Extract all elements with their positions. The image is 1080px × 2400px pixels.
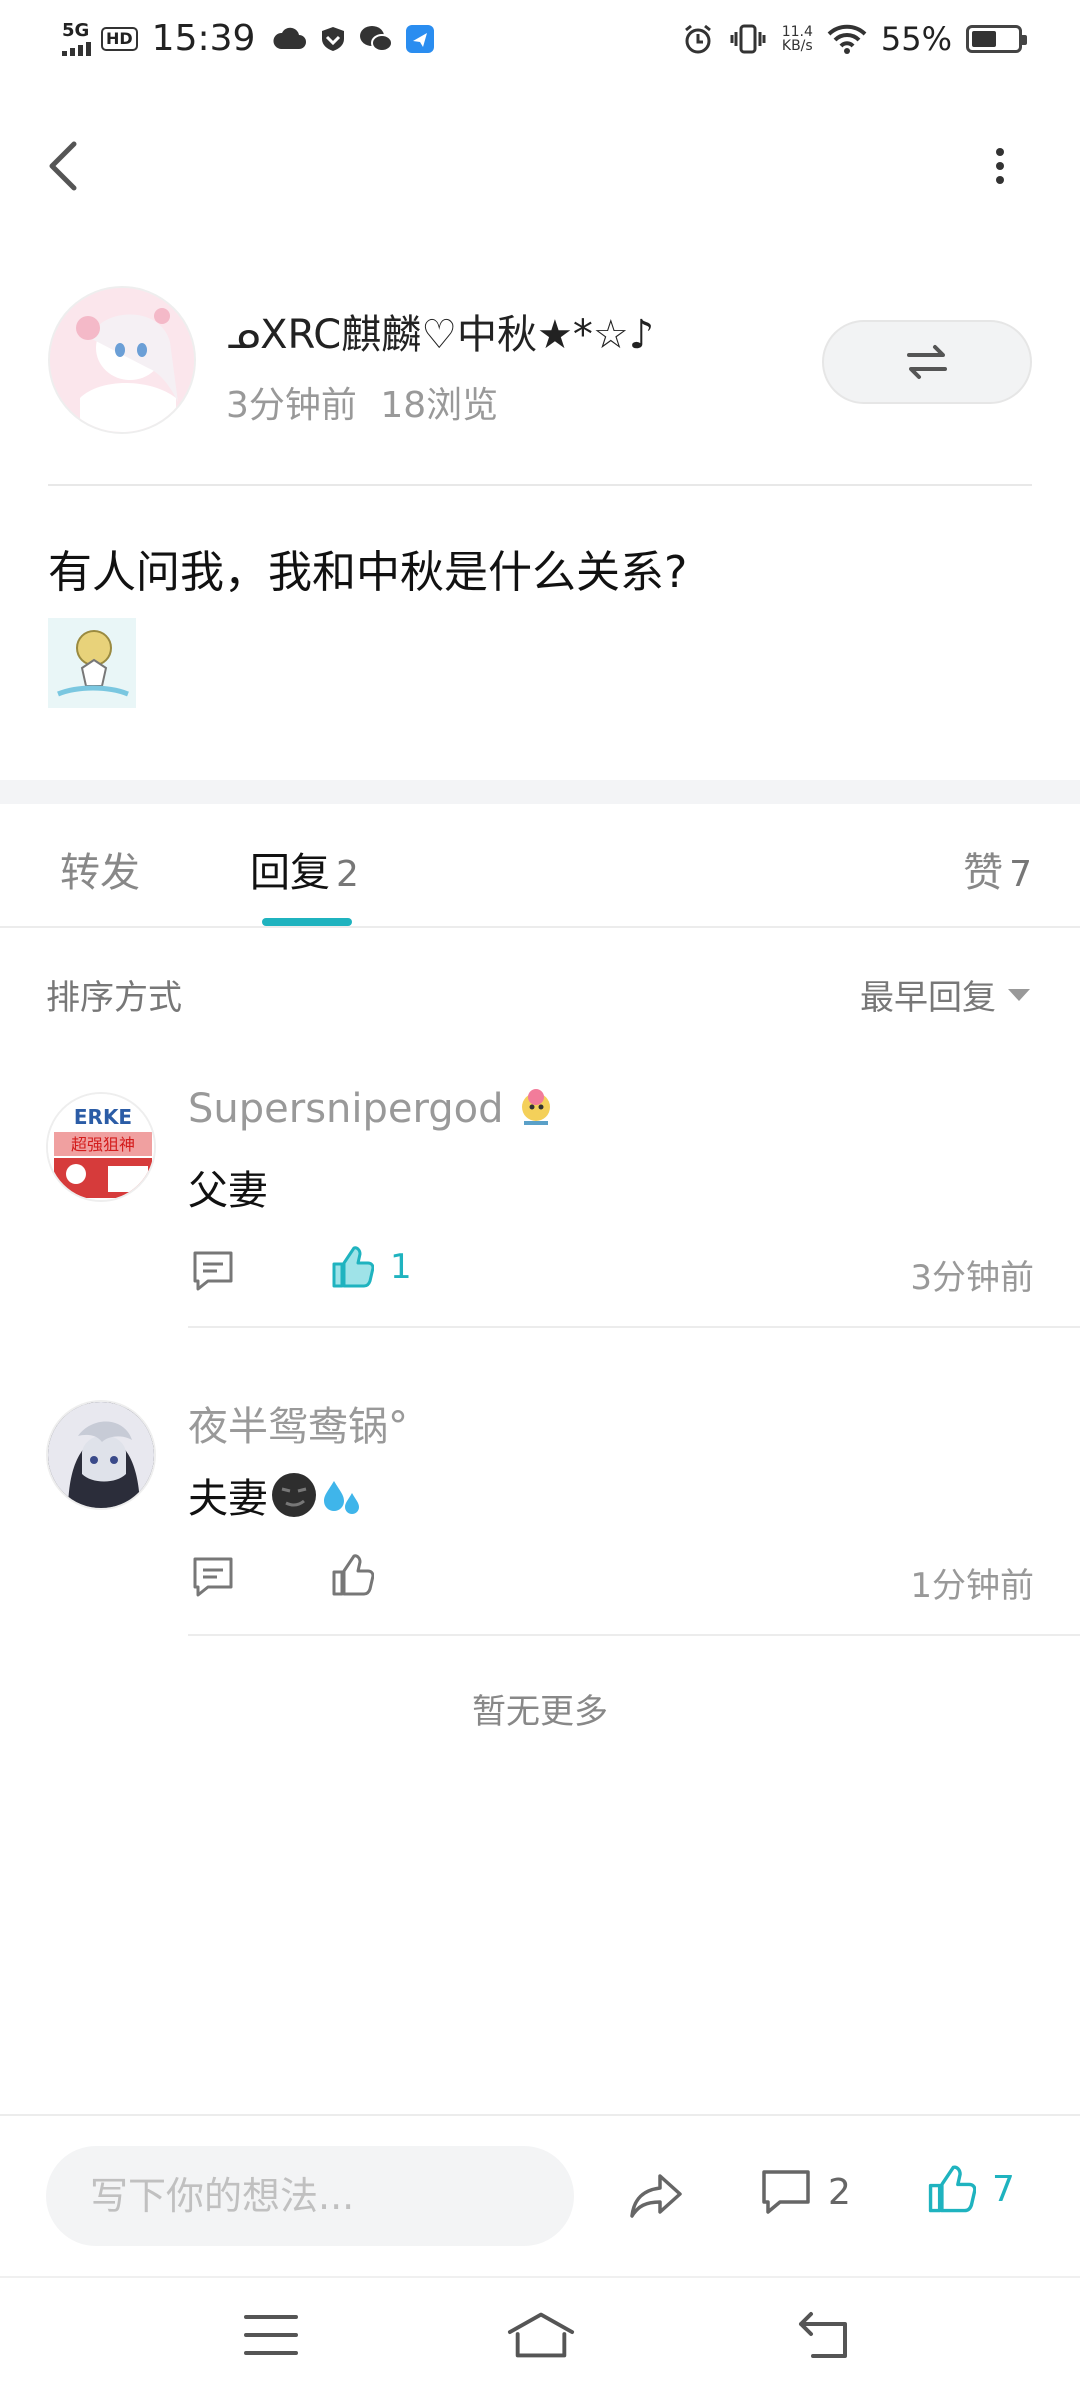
reply-icon[interactable] [190,1554,236,1600]
badge-icon [521,1089,550,1125]
divider [48,484,1032,486]
active-tab-indicator [262,918,352,926]
app-notification-icon [406,24,435,53]
more-icon [996,148,1004,156]
svg-text:ERKE: ERKE [74,1105,132,1129]
comment-time: 1分钟前 [910,1566,1034,1606]
like-button[interactable]: 1 [330,1244,412,1290]
nav-menu-button[interactable] [236,2300,306,2370]
post-text: 有人问我，我和中秋是什么关系? [48,547,688,598]
status-time: 15:39 [151,18,256,59]
alarm-icon [684,24,711,54]
comment-time: 3分钟前 [910,1258,1034,1298]
cloud-icon [273,27,307,49]
divider [0,2114,1080,2116]
comment-author[interactable]: 夜半鸳鸯锅° [188,1394,408,1452]
author-name[interactable]: ᓄXRC麒麟♡中秋★*☆♪ [226,302,654,360]
sort-dropdown[interactable]: 最早回复 [860,970,1030,1019]
vibrate-icon [730,24,766,54]
post-views: 18浏览 [380,385,499,426]
tab-likes[interactable]: 赞7 [963,840,1032,898]
post-time: 3分钟前 [226,385,357,426]
share-icon[interactable] [626,2166,686,2226]
dropdown-arrow-icon [1008,988,1030,1001]
sweat-drops-emoji-icon [324,1481,359,1514]
shield-icon [322,26,345,51]
menu-icon [244,2315,298,2355]
back-icon [49,141,77,191]
tab-forward[interactable]: 转发 [60,840,140,898]
divider [188,1634,1080,1636]
like-button[interactable] [330,1552,390,1598]
section-gap [0,780,1080,804]
likes-button[interactable]: 7 [926,2162,1015,2216]
comment-text: 父妻 [188,1168,268,1214]
home-icon [507,2312,575,2358]
like-icon [928,2165,976,2213]
comment-author[interactable]: Supersnipergod [188,1086,558,1132]
battery-percent: 55% [880,20,952,58]
comment-icon [762,2170,810,2214]
comment-text: 夫妻 [188,1466,366,1524]
comment-input[interactable] [46,2146,574,2246]
comment-avatar[interactable]: ERKE 超强狙神 [46,1092,156,1202]
comments-button[interactable]: 2 [760,2166,851,2218]
divider [188,1326,1080,1328]
signal-icon [62,40,91,56]
author-avatar[interactable] [48,286,196,434]
like-icon [332,1246,374,1288]
return-icon [799,2312,847,2358]
sort-label: 排序方式 [46,978,182,1018]
nav-back-button[interactable] [790,2300,860,2370]
nav-home-button[interactable] [506,2300,576,2370]
back-button[interactable] [44,136,84,196]
swap-icon [907,345,947,379]
svg-text:超强狙神: 超强狙神 [71,1135,135,1154]
battery-icon [966,25,1027,53]
comment-avatar[interactable] [46,1400,156,1510]
network-type: 5G [62,19,90,41]
status-bar: 5G HD 15:39 11.4 KB/s 55% [0,0,1080,84]
wifi-icon [827,24,867,54]
divider [0,926,1080,928]
divider [0,2276,1080,2278]
like-icon [332,1554,374,1596]
more-button[interactable] [984,140,1016,192]
post-image[interactable] [48,618,136,708]
no-more-text: 暂无更多 [472,1692,608,1732]
post-meta: 3分钟前 18浏览 [226,376,498,428]
tab-replies[interactable]: 回复 2 [250,840,359,898]
hd-badge: HD [101,26,138,51]
network-speed: 11.4 KB/s [781,24,813,54]
swap-button[interactable] [822,320,1032,404]
smirk-emoji-icon [272,1473,316,1517]
reply-icon[interactable] [190,1248,236,1294]
wechat-icon [360,25,394,52]
